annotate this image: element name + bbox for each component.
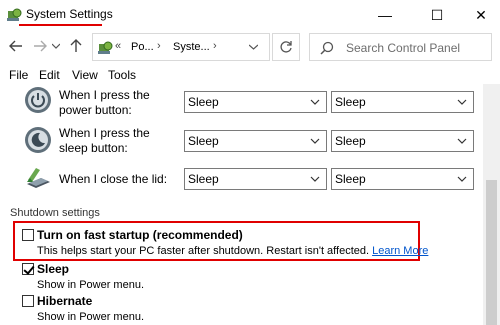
breadcrumb-system-settings[interactable]: Syste... <box>173 41 210 53</box>
sleep-description: Show in Power menu. <box>37 279 144 291</box>
power-button-row: When I press the power button: Sleep Sle… <box>0 84 480 120</box>
minimize-icon: — <box>378 7 392 23</box>
address-history-dropdown[interactable] <box>248 42 259 52</box>
chevron-down-icon <box>457 138 467 144</box>
lid-close-label: When I close the lid: <box>59 172 168 186</box>
select-value: Sleep <box>188 172 219 186</box>
arrow-left-icon <box>9 40 22 52</box>
maximize-button[interactable]: ☐ <box>414 0 460 30</box>
fast-startup-checkbox[interactable] <box>22 229 34 241</box>
arrow-up-icon <box>70 39 82 52</box>
menu-bar: File Edit View Tools <box>0 64 500 84</box>
hibernate-label[interactable]: Hibernate <box>37 294 92 308</box>
settings-content: When I press the power button: Sleep Sle… <box>0 84 480 325</box>
fast-startup-label[interactable]: Turn on fast startup (recommended) <box>37 228 243 242</box>
search-input[interactable]: Search Control Panel <box>346 41 460 55</box>
chevron-down-icon <box>52 43 60 49</box>
scrollbar-thumb[interactable] <box>486 180 497 325</box>
select-value: Sleep <box>335 134 366 148</box>
sleep-button-on-battery-select[interactable]: Sleep <box>184 130 327 152</box>
navigation-bar: « Po... › Syste... › Search Control Pane… <box>0 30 500 64</box>
title-highlight-underline <box>19 24 102 26</box>
address-bar[interactable]: « Po... › Syste... › <box>92 33 270 61</box>
sleep-button-label: When I press the sleep button: <box>59 126 150 155</box>
chevron-down-icon <box>310 176 320 182</box>
hibernate-checkbox[interactable] <box>22 295 34 307</box>
recent-locations-button[interactable] <box>50 36 62 56</box>
menu-tools[interactable]: Tools <box>108 68 136 82</box>
menu-view[interactable]: View <box>72 68 98 82</box>
chevron-down-icon <box>310 138 320 144</box>
close-icon: ✕ <box>475 6 487 23</box>
power-button-icon <box>25 87 51 113</box>
search-icon <box>320 41 334 55</box>
sleep-button-icon <box>25 127 51 153</box>
arrow-right-icon <box>34 40 47 52</box>
vertical-scrollbar[interactable] <box>483 84 500 325</box>
select-value: Sleep <box>188 134 219 148</box>
breadcrumb-overflow[interactable]: « <box>115 40 121 52</box>
menu-file[interactable]: File <box>9 68 28 82</box>
lid-close-row: When I close the lid: Sleep Sleep <box>0 162 480 198</box>
select-value: Sleep <box>335 172 366 186</box>
power-button-label: When I press the power button: <box>59 88 150 117</box>
chevron-down-icon <box>248 44 259 50</box>
close-button[interactable]: ✕ <box>458 0 500 30</box>
back-button[interactable] <box>6 36 26 56</box>
chevron-down-icon <box>457 99 467 105</box>
chevron-down-icon <box>310 99 320 105</box>
title-bar: System Settings — ☐ ✕ <box>0 0 500 30</box>
control-panel-app-icon <box>7 8 22 21</box>
search-box[interactable]: Search Control Panel <box>309 33 492 61</box>
refresh-icon <box>280 41 292 53</box>
sleep-label[interactable]: Sleep <box>37 262 69 276</box>
select-value: Sleep <box>335 95 366 109</box>
up-button[interactable] <box>66 36 86 56</box>
breadcrumb-power-options[interactable]: Po... <box>131 41 154 53</box>
refresh-button[interactable] <box>272 33 300 61</box>
minimize-button[interactable]: — <box>362 0 408 30</box>
lid-close-plugged-in-select[interactable]: Sleep <box>331 168 474 190</box>
fast-startup-description-text: This helps start your PC faster after sh… <box>37 245 370 257</box>
breadcrumb-separator[interactable]: › <box>213 40 217 52</box>
power-button-plugged-in-select[interactable]: Sleep <box>331 91 474 113</box>
control-panel-icon <box>98 41 113 54</box>
laptop-lid-icon <box>27 168 50 188</box>
select-value: Sleep <box>188 95 219 109</box>
fast-startup-description: This helps start your PC faster after sh… <box>37 245 428 257</box>
shutdown-settings-heading: Shutdown settings <box>10 207 100 219</box>
menu-edit[interactable]: Edit <box>39 68 60 82</box>
learn-more-link[interactable]: Learn More <box>372 245 428 257</box>
lid-close-on-battery-select[interactable]: Sleep <box>184 168 327 190</box>
hibernate-description: Show in Power menu. <box>37 311 144 323</box>
forward-button[interactable] <box>30 36 50 56</box>
power-button-on-battery-select[interactable]: Sleep <box>184 91 327 113</box>
sleep-button-plugged-in-select[interactable]: Sleep <box>331 130 474 152</box>
window-title: System Settings <box>26 7 113 21</box>
sleep-button-row: When I press the sleep button: Sleep Sle… <box>0 124 480 160</box>
maximize-icon: ☐ <box>430 6 444 23</box>
chevron-down-icon <box>457 176 467 182</box>
breadcrumb-separator[interactable]: › <box>157 40 161 52</box>
sleep-checkbox[interactable] <box>22 263 34 275</box>
